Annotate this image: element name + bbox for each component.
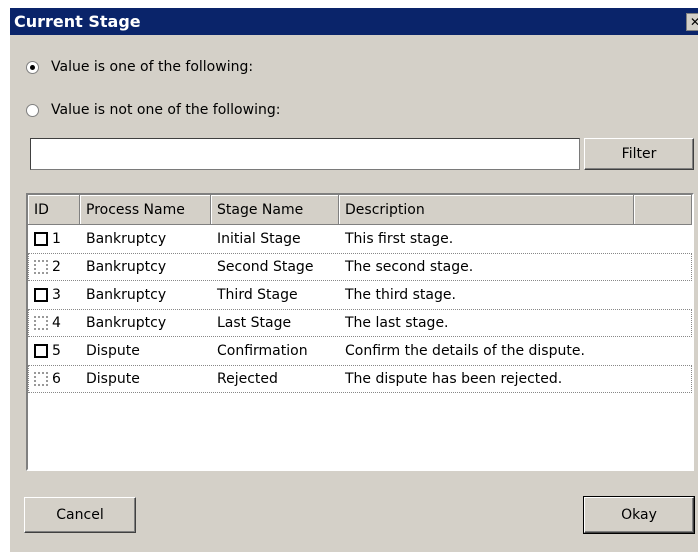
row-id: 2 [52, 259, 61, 275]
table-row[interactable]: 4 Bankruptcy Last Stage The last stage. [28, 309, 692, 337]
row-checkbox[interactable] [34, 232, 48, 246]
column-header-stage-name[interactable]: Stage Name [211, 195, 339, 225]
row-description: The third stage. [345, 287, 456, 303]
row-process: Bankruptcy [86, 259, 167, 275]
row-id: 1 [52, 231, 61, 247]
row-stage: Confirmation [217, 343, 308, 359]
filter-input[interactable] [30, 138, 580, 170]
row-stage: Last Stage [217, 315, 292, 331]
row-stage: Third Stage [217, 287, 298, 303]
include-option[interactable]: Value is one of the following: [26, 59, 253, 75]
cancel-button[interactable]: Cancel [24, 497, 136, 533]
row-id: 5 [52, 343, 61, 359]
include-radio[interactable] [26, 60, 39, 74]
dialog-titlebar: Current Stage ✕ [10, 8, 698, 35]
table-row[interactable]: 3 Bankruptcy Third Stage The third stage… [28, 281, 692, 309]
table-row[interactable]: 1 Bankruptcy Initial Stage This first st… [28, 225, 692, 253]
column-header-description[interactable]: Description [339, 195, 634, 225]
row-description: The second stage. [345, 259, 474, 275]
row-checkbox[interactable] [34, 316, 48, 330]
row-checkbox[interactable] [34, 260, 48, 274]
row-checkbox[interactable] [34, 372, 48, 386]
row-process: Dispute [86, 371, 140, 387]
row-checkbox[interactable] [34, 288, 48, 302]
list-header: ID Process Name Stage Name Description [28, 195, 692, 225]
include-label[interactable]: Value is one of the following: [51, 59, 253, 75]
stage-list[interactable]: ID Process Name Stage Name Description 1… [26, 193, 694, 471]
row-id: 6 [52, 371, 61, 387]
column-header-filler [634, 195, 692, 225]
row-stage: Initial Stage [217, 231, 301, 247]
row-process: Bankruptcy [86, 315, 167, 331]
row-description: Confirm the details of the dispute. [345, 343, 585, 359]
row-checkbox[interactable] [34, 344, 48, 358]
current-stage-dialog: Current Stage ✕ Value is one of the foll… [10, 8, 698, 552]
row-id: 3 [52, 287, 61, 303]
close-icon[interactable]: ✕ [686, 13, 698, 31]
dialog-title: Current Stage [14, 12, 141, 31]
table-row[interactable]: 5 Dispute Confirmation Confirm the detai… [28, 337, 692, 365]
exclude-label[interactable]: Value is not one of the following: [51, 102, 280, 118]
row-stage: Second Stage [217, 259, 314, 275]
row-process: Dispute [86, 343, 140, 359]
column-header-process-name[interactable]: Process Name [80, 195, 211, 225]
okay-button[interactable]: Okay [583, 496, 695, 534]
row-process: Bankruptcy [86, 231, 167, 247]
row-description: The dispute has been rejected. [345, 371, 563, 387]
row-description: This first stage. [345, 231, 454, 247]
table-row[interactable]: 6 Dispute Rejected The dispute has been … [28, 365, 692, 393]
exclude-radio[interactable] [26, 103, 39, 117]
table-row[interactable]: 2 Bankruptcy Second Stage The second sta… [28, 253, 692, 281]
exclude-option[interactable]: Value is not one of the following: [26, 102, 280, 118]
row-process: Bankruptcy [86, 287, 167, 303]
filter-button[interactable]: Filter [584, 138, 694, 170]
row-stage: Rejected [217, 371, 278, 387]
row-description: The last stage. [345, 315, 449, 331]
column-header-id[interactable]: ID [28, 195, 80, 225]
row-id: 4 [52, 315, 61, 331]
